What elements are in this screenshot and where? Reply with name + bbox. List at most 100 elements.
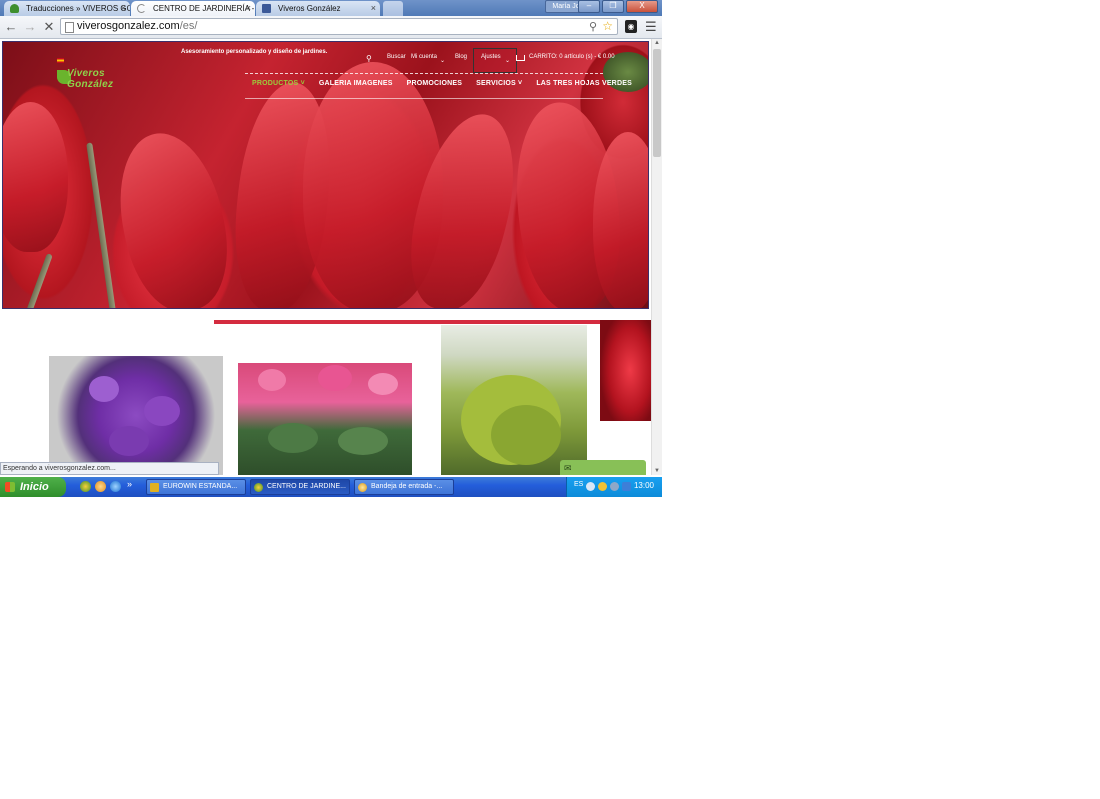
nav-las-tres-hojas-verdes[interactable]: LAS TRES HOJAS VERDES <box>536 80 632 87</box>
nav-servicios[interactable]: SERVICIOS ˅ <box>476 80 522 87</box>
close-icon[interactable]: × <box>371 1 376 16</box>
stem-decoration <box>23 253 53 308</box>
bookmark-star-icon[interactable]: ☆ <box>602 19 613 33</box>
search-link[interactable]: Buscar <box>387 54 406 60</box>
hero-banner: Viveros González Asesoramiento personali… <box>2 41 649 309</box>
stop-loading-icon[interactable]: ✕ <box>41 19 57 35</box>
close-icon[interactable]: × <box>246 1 251 16</box>
flower-decoration <box>258 369 286 391</box>
nav-underline <box>245 98 603 99</box>
tab-viveros-gonzalez[interactable]: Viveros González × <box>256 1 380 16</box>
petal-decoration <box>3 102 68 252</box>
site-tagline: Asesoramiento personalizado y diseño de … <box>181 49 328 55</box>
task-label: CENTRO DE JARDINE... <box>267 483 346 490</box>
language-indicator[interactable]: ES <box>574 481 583 488</box>
facebook-icon <box>262 4 271 13</box>
task-bandeja-entrada[interactable]: Bandeja de entrada -... <box>354 479 454 495</box>
task-eurowin[interactable]: EUROWIN ESTANDA... <box>146 479 246 495</box>
logo-text: Viveros González <box>67 68 114 90</box>
product-image-cyclamen[interactable] <box>238 363 412 475</box>
browser-tab-strip: Traducciones » VIVEROS GO × CENTRO DE JA… <box>0 0 662 16</box>
network-icon[interactable] <box>610 482 619 491</box>
flower-decoration <box>318 365 352 391</box>
leaf-decoration <box>338 427 388 455</box>
cart-icon[interactable] <box>516 55 525 61</box>
browser-toolbar: ← → ✕ viverosgonzalez.com/es/ ⚲ ☆ <box>0 16 662 39</box>
tree-decoration <box>491 405 561 465</box>
messenger-icon[interactable] <box>95 481 106 492</box>
main-navigation: PRODUCTOS ˅ GALERIA IMAGENES PROMOCIONES… <box>252 80 632 87</box>
forward-arrow-icon[interactable]: → <box>22 19 38 35</box>
task-label: Bandeja de entrada -... <box>371 483 443 490</box>
nav-galeria-imagenes[interactable]: GALERIA IMAGENES <box>319 80 393 87</box>
leaf-decoration <box>268 423 318 453</box>
scroll-down-icon[interactable]: ▼ <box>654 468 660 474</box>
window-close-button[interactable]: X <box>626 0 658 13</box>
stem-decoration <box>86 142 116 308</box>
my-account-link[interactable]: Mi cuenta <box>411 54 437 60</box>
messenger-tray-icon[interactable] <box>598 482 607 491</box>
windows-logo-icon <box>5 482 15 492</box>
task-centro-jardineria[interactable]: CENTRO DE JARDINE... <box>250 479 350 495</box>
restore-button[interactable]: ❐ <box>602 0 624 13</box>
more-quicklaunch-icon[interactable]: » <box>127 479 132 489</box>
flower-image[interactable] <box>600 320 651 421</box>
nav-promociones[interactable]: PROMOCIONES <box>407 80 462 87</box>
nav-productos[interactable]: PRODUCTOS ˅ <box>252 80 305 87</box>
start-button[interactable]: Inicio <box>0 477 66 497</box>
cart-summary[interactable]: CARRITO: 0 artículo (s) - € 0.00 <box>529 54 615 60</box>
tab-label: Viveros González <box>278 4 341 13</box>
back-arrow-icon[interactable]: ← <box>3 19 19 35</box>
scrollbar-thumb[interactable] <box>653 49 661 157</box>
new-tab-button[interactable] <box>383 1 403 16</box>
flower-decoration <box>368 373 398 395</box>
system-tray: ES 13:00 <box>566 477 662 497</box>
chrome-icon[interactable] <box>80 481 91 492</box>
tree-icon <box>10 4 19 13</box>
page-scrollbar[interactable]: ▲ ▼ <box>651 39 662 475</box>
search-icon[interactable]: ⚲ <box>366 54 372 63</box>
search-icon[interactable]: ⚲ <box>589 20 597 33</box>
mail-icon <box>358 483 367 492</box>
minimize-button[interactable]: – <box>578 0 600 13</box>
extension-icon[interactable]: ◉ <box>625 20 637 33</box>
chat-widget-tab[interactable]: ✉ <box>560 460 646 475</box>
windows-taskbar: Inicio » EUROWIN ESTANDA... CENTRO DE JA… <box>0 477 662 497</box>
product-image-greenhouse-tree[interactable] <box>441 325 587 475</box>
chevron-down-icon: ˅ <box>518 80 523 87</box>
page-viewport: Viveros González Asesoramiento personali… <box>0 39 651 475</box>
close-icon[interactable]: × <box>121 1 126 16</box>
header-divider <box>245 73 603 74</box>
envelope-icon: ✉ <box>564 463 572 473</box>
tab-label: CENTRO DE JARDINERÍA - G <box>153 4 255 13</box>
settings-dropdown-highlight[interactable] <box>473 48 517 73</box>
product-image-purple-flowers[interactable] <box>49 356 223 475</box>
settings-link[interactable]: Ajustes <box>481 54 501 60</box>
site-logo[interactable]: Viveros González <box>57 62 137 90</box>
loading-spinner-icon <box>137 4 146 13</box>
tab-label: Traducciones » VIVEROS GO <box>26 4 130 13</box>
flower-decoration <box>109 426 149 456</box>
flower-decoration <box>144 396 180 426</box>
page-icon <box>65 22 74 33</box>
tab-translations[interactable]: Traducciones » VIVEROS GO × <box>4 1 130 16</box>
blog-link[interactable]: Blog <box>455 54 467 60</box>
clock-search-icon[interactable] <box>586 482 595 491</box>
screen: Traducciones » VIVEROS GO × CENTRO DE JA… <box>0 0 662 497</box>
address-bar[interactable]: viverosgonzalez.com/es/ ⚲ ☆ <box>60 18 618 35</box>
start-label: Inicio <box>20 481 49 493</box>
chevron-down-icon: ⌄ <box>440 58 446 64</box>
hamburger-menu-icon[interactable]: ☰ <box>645 19 657 35</box>
scroll-up-icon[interactable]: ▲ <box>654 40 660 46</box>
task-label: EUROWIN ESTANDA... <box>163 483 238 490</box>
tab-centro-jardineria[interactable]: CENTRO DE JARDINERÍA - G × <box>131 1 255 16</box>
url-text: viverosgonzalez.com/es/ <box>77 20 198 32</box>
petal-decoration <box>105 123 241 308</box>
security-icon[interactable] <box>622 482 631 491</box>
internet-explorer-icon[interactable] <box>110 481 121 492</box>
chevron-down-icon: ⌄ <box>505 58 511 64</box>
window-controls: – ❐ X <box>578 0 658 13</box>
chrome-icon <box>254 483 263 492</box>
browser-status-bar: Esperando a viverosgonzalez.com... <box>0 462 219 475</box>
chevron-down-icon: ˅ <box>300 80 305 87</box>
